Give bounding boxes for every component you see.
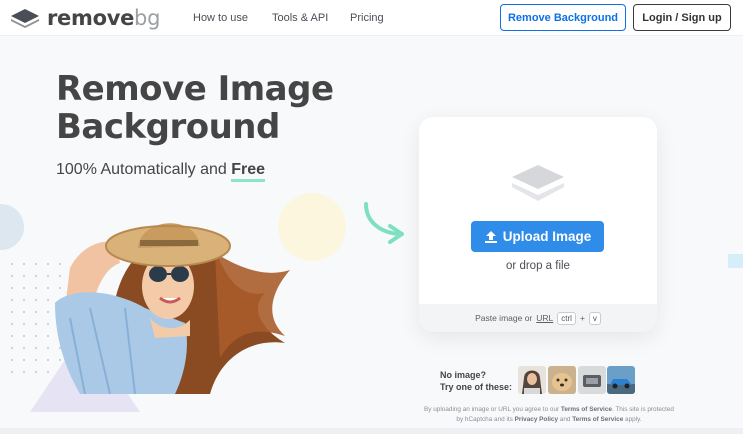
sample-thumb-product[interactable] bbox=[578, 366, 606, 394]
terms-link[interactable]: Terms of Service bbox=[561, 406, 612, 413]
no-image-label: No image? bbox=[440, 370, 487, 380]
hero-title-line2: Background bbox=[56, 107, 280, 147]
legal-notice: By uploading an image or URL you agree t… bbox=[424, 406, 674, 423]
hero-title: Remove Image Background bbox=[56, 70, 376, 146]
horizontal-scrollbar[interactable] bbox=[0, 428, 743, 434]
sample-thumb-car[interactable] bbox=[607, 366, 635, 394]
curved-arrow-icon bbox=[364, 202, 404, 244]
upload-arrow-icon bbox=[484, 230, 497, 243]
paste-text: Paste image or bbox=[475, 313, 533, 323]
sample-prompt: No image? Try one of these: bbox=[440, 369, 512, 393]
nav-tools-api[interactable]: Tools & API bbox=[272, 12, 328, 24]
kbd-plus: + bbox=[579, 313, 585, 323]
sample-thumb-woman[interactable] bbox=[518, 366, 546, 394]
paste-url-link[interactable]: URL bbox=[536, 313, 553, 323]
sample-thumb-dog[interactable] bbox=[548, 366, 576, 394]
logo-wordmark: removebg bbox=[47, 6, 161, 30]
woman-hat-photo bbox=[55, 223, 290, 394]
top-navbar: removebg How to use Tools & API Pricing … bbox=[0, 0, 743, 36]
terms-link-2[interactable]: Terms of Service bbox=[572, 416, 623, 423]
upload-card[interactable]: Upload Image or drop a file Paste image … bbox=[419, 117, 657, 332]
nav-how-to-use[interactable]: How to use bbox=[193, 12, 248, 24]
nav-pricing[interactable]: Pricing bbox=[350, 12, 384, 24]
try-these-label: Try one of these: bbox=[440, 382, 513, 392]
free-highlight: Free bbox=[231, 161, 266, 182]
paste-bar: Paste image or URL ctrl + v bbox=[419, 304, 657, 332]
kbd-v: v bbox=[588, 311, 601, 325]
page: removebg How to use Tools & API Pricing … bbox=[0, 0, 743, 434]
privacy-link[interactable]: Privacy Policy bbox=[515, 416, 558, 423]
login-signup-button[interactable]: Login / Sign up bbox=[633, 4, 731, 31]
remove-background-button[interactable]: Remove Background bbox=[500, 4, 626, 31]
hero-subtitle: 100% Automatically and Free bbox=[56, 161, 266, 182]
drop-file-text: or drop a file bbox=[506, 260, 570, 272]
layers-logo-icon bbox=[11, 9, 39, 28]
upload-button-label: Upload Image bbox=[502, 229, 592, 244]
decorative-square bbox=[728, 254, 743, 268]
kbd-ctrl: ctrl bbox=[557, 311, 576, 325]
removebg-logo[interactable]: removebg bbox=[10, 6, 160, 30]
decorative-circle bbox=[0, 204, 24, 250]
image-stack-icon bbox=[512, 165, 564, 201]
upload-image-button[interactable]: Upload Image bbox=[471, 221, 604, 252]
hero-title-line1: Remove Image bbox=[56, 69, 334, 109]
